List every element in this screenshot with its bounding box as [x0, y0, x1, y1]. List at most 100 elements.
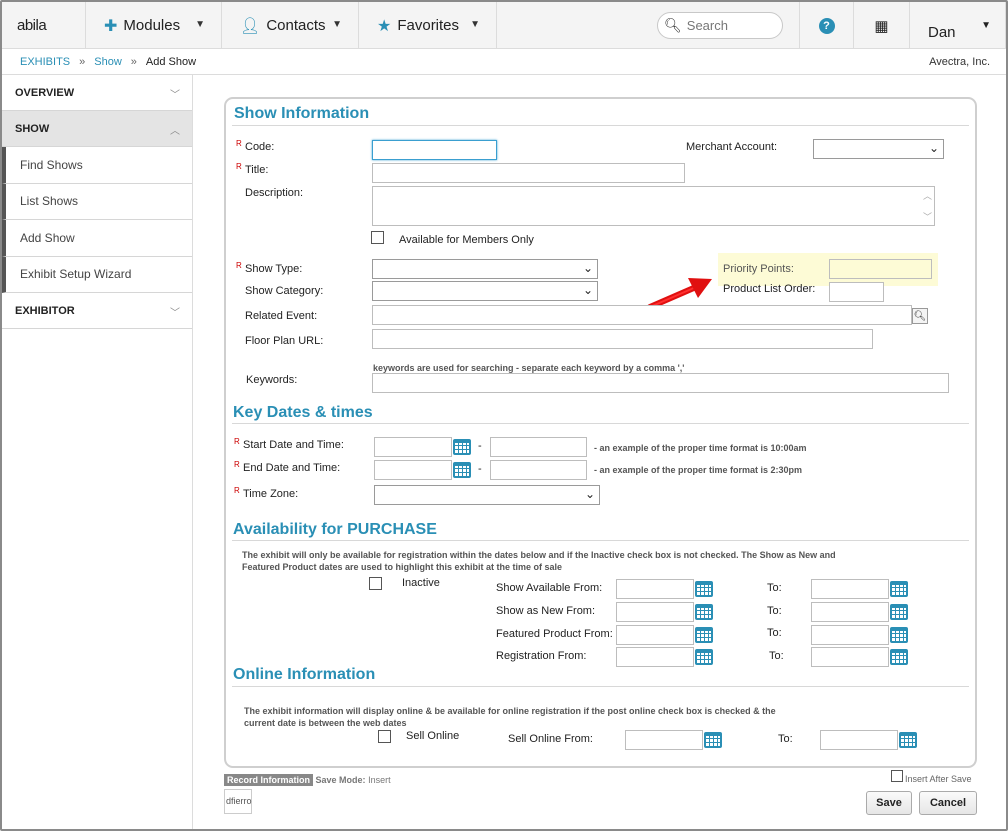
sell-online-checkbox[interactable] [378, 730, 391, 743]
organization-button[interactable]: ▦ [854, 2, 910, 49]
sidebar-item-exhibit-setup-wizard[interactable]: Exhibit Setup Wizard [2, 256, 192, 293]
contacts-menu[interactable]: 👤︎ Contacts ▼ [222, 2, 359, 49]
save-mode-value: Insert [368, 775, 391, 785]
chevron-down-icon: ⌄ [584, 487, 595, 501]
to-label: To: [767, 605, 782, 617]
availability-title: Availability for PURCHASE [233, 521, 437, 538]
start-date-input[interactable] [374, 437, 452, 457]
required-marker: R [234, 437, 240, 446]
sidebar-item-add-show[interactable]: Add Show [2, 220, 192, 257]
chevron-down-icon: ﹀ [170, 308, 180, 319]
start-time-input[interactable] [490, 437, 587, 457]
end-date-input[interactable] [374, 460, 452, 480]
to-label: To: [767, 582, 782, 594]
cancel-button[interactable]: Cancel [919, 791, 977, 815]
lookup-button[interactable]: 🔍︎ [912, 308, 928, 324]
calendar-icon[interactable] [694, 626, 714, 644]
priority-points-input[interactable] [829, 259, 932, 279]
related-event-input[interactable] [372, 305, 912, 325]
registration-from-input[interactable] [616, 647, 694, 667]
time-zone-select[interactable]: ⌄ [374, 485, 600, 505]
calendar-grid [890, 627, 908, 643]
merchant-account-select[interactable]: ⌄ [813, 139, 944, 159]
chevron-down-icon: ▼ [332, 19, 342, 30]
title-input[interactable] [372, 163, 685, 183]
start-time-note: - an example of the proper time format i… [594, 443, 807, 453]
show-available-from-label: Show Available From: [496, 582, 603, 594]
show-as-new-from-input[interactable] [616, 602, 694, 622]
calendar-icon[interactable] [452, 438, 472, 456]
scroll-up-icon[interactable]: ︿ [923, 189, 932, 202]
required-marker: R [236, 162, 242, 171]
sidebar-item-find-shows[interactable]: Find Shows [2, 147, 192, 184]
calendar-icon[interactable] [889, 626, 909, 644]
description-label: Description: [245, 187, 304, 199]
floor-plan-url-input[interactable] [372, 329, 873, 349]
show-available-to-input[interactable] [811, 579, 889, 599]
sell-online-to-input[interactable] [820, 730, 898, 750]
floor-plan-url-label: Floor Plan URL: [245, 335, 324, 347]
end-time-input[interactable] [490, 460, 587, 480]
section-divider [232, 686, 969, 687]
inactive-checkbox[interactable] [369, 577, 382, 590]
calendar-icon[interactable] [694, 580, 714, 598]
save-button[interactable]: Save [866, 791, 912, 815]
search-input[interactable]: 🔍︎ Search [657, 12, 783, 39]
show-type-select[interactable]: ⌄ [372, 259, 598, 279]
calendar-grid [899, 732, 917, 748]
calendar-grid [890, 604, 908, 620]
show-category-select[interactable]: ⌄ [372, 281, 598, 301]
abila-logo[interactable]: abila [2, 2, 86, 49]
breadcrumb-exhibits[interactable]: EXHIBITS [20, 56, 70, 68]
required-marker: R [234, 486, 240, 495]
calendar-icon[interactable] [889, 648, 909, 666]
calendar-grid [695, 604, 713, 620]
dash: - [478, 463, 482, 475]
building-icon: ▦ [874, 17, 889, 35]
time-zone-label: Time Zone: [243, 488, 299, 500]
calendar-grid [704, 732, 722, 748]
scroll-down-icon[interactable]: ﹀ [923, 210, 932, 223]
modules-menu[interactable]: ✚ Modules ▼ [86, 2, 222, 49]
code-input[interactable] [372, 140, 497, 160]
registration-from-label: Registration From: [496, 650, 587, 662]
keywords-label: Keywords: [246, 374, 298, 386]
help-button[interactable]: ? [800, 2, 854, 49]
end-date-label: End Date and Time: [243, 462, 341, 474]
chevron-up-icon: ︿ [170, 126, 180, 137]
to-label: To: [767, 627, 782, 639]
user-menu[interactable]: Dan ▼ [910, 2, 1006, 49]
calendar-icon[interactable] [694, 603, 714, 621]
show-as-new-to-input[interactable] [811, 602, 889, 622]
required-marker: R [236, 139, 242, 148]
sidebar-item-list-shows[interactable]: List Shows [2, 183, 192, 220]
members-only-checkbox[interactable] [371, 231, 384, 244]
show-available-from-input[interactable] [616, 579, 694, 599]
sidebar-show[interactable]: SHOW ︿ [2, 111, 192, 147]
insert-after-save-checkbox[interactable] [891, 770, 903, 782]
sell-online-from-input[interactable] [625, 730, 703, 750]
search-icon: 🔍︎ [664, 17, 682, 33]
featured-product-from-input[interactable] [616, 625, 694, 645]
calendar-icon[interactable] [889, 580, 909, 598]
calendar-icon[interactable] [703, 731, 723, 749]
keywords-input[interactable] [372, 373, 949, 393]
registration-to-input[interactable] [811, 647, 889, 667]
chevron-down-icon: ▼ [981, 20, 991, 31]
calendar-icon[interactable] [889, 603, 909, 621]
sidebar-show-label: SHOW [15, 122, 50, 135]
breadcrumb-current: Add Show [145, 55, 197, 68]
featured-product-to-input[interactable] [811, 625, 889, 645]
calendar-icon[interactable] [452, 461, 472, 479]
breadcrumb-show[interactable]: Show [94, 56, 122, 68]
product-list-order-input[interactable] [829, 282, 884, 302]
calendar-icon[interactable] [694, 648, 714, 666]
sidebar-overview[interactable]: OVERVIEW ﹀ [2, 75, 192, 111]
calendar-grid [695, 649, 713, 665]
chevron-down-icon: ▼ [195, 19, 205, 30]
sidebar-exhibitor-label: EXHIBITOR [15, 304, 75, 317]
favorites-menu[interactable]: ★ Favorites ▼ [359, 2, 497, 49]
calendar-icon[interactable] [898, 731, 918, 749]
description-textarea[interactable]: ︿ ﹀ [372, 186, 935, 226]
sidebar-exhibitor[interactable]: EXHIBITOR ﹀ [2, 293, 192, 329]
